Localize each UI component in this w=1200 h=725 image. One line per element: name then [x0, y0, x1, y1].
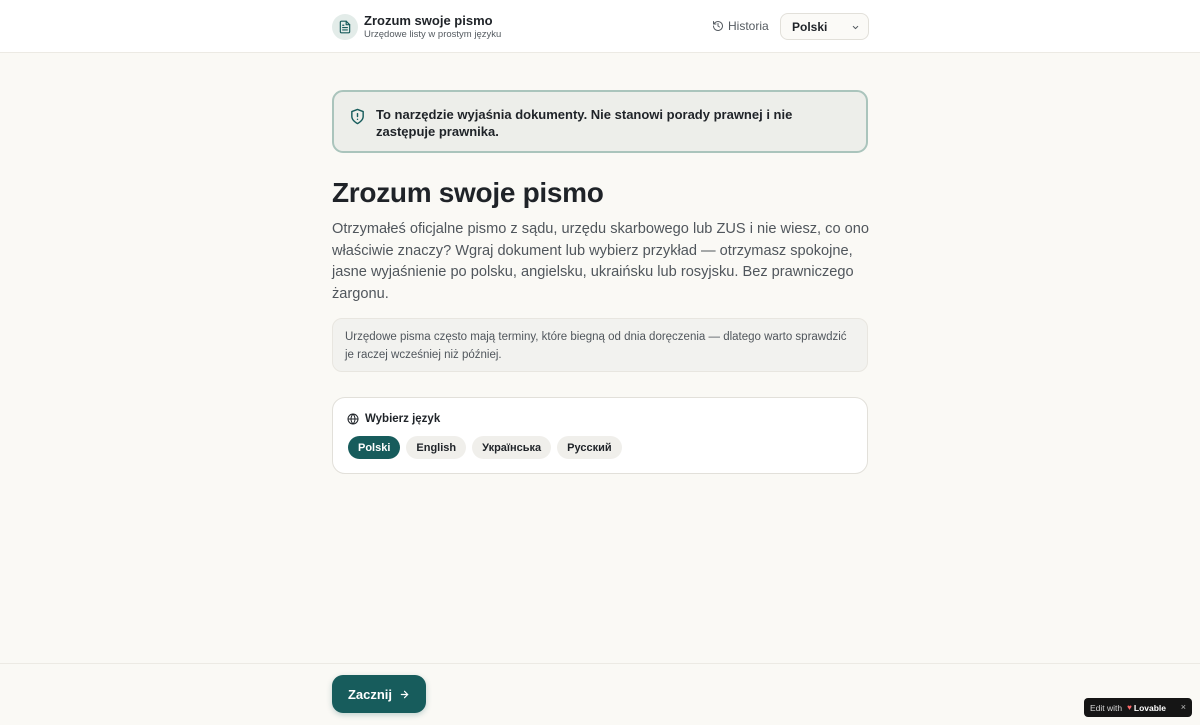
close-icon[interactable]: × — [1181, 702, 1186, 712]
language-chip-english[interactable]: English — [406, 436, 467, 459]
start-button-label: Zacznij — [347, 686, 393, 702]
arrow-right-icon — [400, 690, 409, 698]
heart-icon: ♥ — [1127, 703, 1132, 712]
app-header: Zrozum swoje pismo Urzędowe listy w pros… — [0, 0, 1200, 53]
language-chip-ukrainian[interactable]: Українська — [472, 436, 552, 459]
document-icon — [332, 14, 358, 40]
app-title: Zrozum swoje pismo — [364, 13, 493, 28]
badge-edit-text: Edit with — [1090, 702, 1123, 713]
start-button[interactable]: Zacznij — [332, 675, 426, 713]
history-label: Historia — [728, 19, 769, 33]
lovable-badge[interactable]: Edit with ♥ Lovable × — [1084, 698, 1192, 717]
language-chip-russian[interactable]: Русский — [557, 436, 622, 459]
language-chips: Polski English Українська Русский — [348, 436, 628, 459]
language-select-value: Polski — [792, 19, 828, 34]
language-card-heading: Wybierz język — [347, 413, 440, 425]
history-icon — [713, 21, 723, 31]
language-card: Wybierz język Polski English Українська … — [332, 397, 868, 474]
shield-alert-icon — [351, 108, 364, 125]
brand[interactable]: Zrozum swoje pismo Urzędowe listy w pros… — [332, 13, 501, 41]
globe-icon — [347, 413, 359, 425]
language-card-title: Wybierz język — [365, 413, 441, 425]
disclaimer-banner: To narzędzie wyjaśnia dokumenty. Nie sta… — [332, 90, 868, 153]
app-subtitle: Urzędowe listy w prostym języku — [364, 29, 502, 40]
language-select[interactable]: Polski — [780, 13, 869, 40]
badge-brand: Lovable — [1133, 702, 1166, 713]
brand-text: Zrozum swoje pismo Urzędowe listy w pros… — [364, 13, 501, 41]
history-button[interactable]: Historia — [712, 19, 769, 33]
intro-text: Otrzymałeś oficjalne pismo z sądu, urzęd… — [332, 221, 869, 302]
disclaimer-text: To narzędzie wyjaśnia dokumenty. Nie sta… — [376, 107, 793, 139]
page-title: Zrozum swoje pismo — [332, 177, 604, 208]
deadline-note: Urzędowe pisma często mają terminy, któr… — [332, 318, 868, 372]
language-chip-polski[interactable]: Polski — [348, 436, 401, 459]
footer-bar — [0, 663, 1200, 725]
chevron-down-icon — [852, 25, 859, 30]
